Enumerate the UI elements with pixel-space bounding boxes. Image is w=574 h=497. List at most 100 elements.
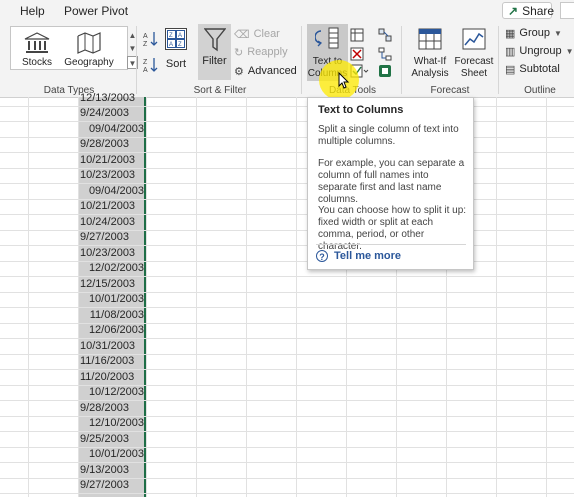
date-cell[interactable]: 10/23/2003 xyxy=(80,168,144,183)
geography-label: Geography xyxy=(64,57,114,68)
stocks-button[interactable]: Stocks xyxy=(16,30,58,68)
date-cell[interactable]: 9/28/2003 xyxy=(80,137,144,152)
clear-label: Clear xyxy=(253,28,280,40)
date-cell[interactable]: 9/28/2003 xyxy=(80,401,144,416)
forecast-sheet-icon xyxy=(462,28,486,50)
date-cell[interactable]: 11/20/2003 xyxy=(80,370,144,385)
group-label: Group xyxy=(519,27,550,39)
sort-button[interactable]: Z A A Z Sort xyxy=(163,26,189,76)
sort-az-icon: A Z xyxy=(143,32,158,48)
group-separator xyxy=(301,26,302,94)
svg-text:A: A xyxy=(178,33,182,39)
filter-label: Filter xyxy=(202,55,227,67)
tell-me-more-label: Tell me more xyxy=(334,250,402,262)
date-cell[interactable]: 10/12/2003 xyxy=(80,385,144,400)
sort-za-icon: Z A xyxy=(143,58,158,74)
mouse-pointer-icon xyxy=(338,72,350,89)
date-cell[interactable]: 10/01/2003 xyxy=(80,447,144,462)
ungroup-button[interactable]: ▥ Ungroup ▼ xyxy=(505,44,574,58)
group-separator xyxy=(401,26,402,94)
svg-text:Z: Z xyxy=(143,59,148,66)
date-cell[interactable]: 12/02/2003 xyxy=(80,261,144,276)
advanced-filter-icon: ⚙ xyxy=(234,65,244,78)
group-button[interactable]: ▦ Group ▼ xyxy=(505,26,562,40)
remove-duplicates-button[interactable] xyxy=(350,47,364,61)
consolidate-button[interactable] xyxy=(378,28,392,42)
reapply-label: Reapply xyxy=(247,46,288,58)
date-cell[interactable]: 11/16/2003 xyxy=(80,354,144,369)
share-button[interactable]: ↗ Share xyxy=(502,2,554,19)
worksheet-grid[interactable]: 12/13/2003 9/24/2003 09/04/2003 9/28/2003 10… xyxy=(0,92,574,497)
chevron-down-icon: ▼ xyxy=(553,28,562,38)
reapply-icon: ↻ xyxy=(234,46,244,59)
menu-power-pivot[interactable]: Power Pivot xyxy=(64,4,128,18)
sort-filter-group-label: Sort & Filter xyxy=(193,85,247,96)
chevron-down-icon: ▼ xyxy=(565,46,574,56)
map-icon xyxy=(77,32,101,54)
date-cell[interactable]: 11/08/2003 xyxy=(80,308,144,323)
what-if-label-1: What-If xyxy=(413,56,447,67)
group-separator xyxy=(136,26,137,94)
clear-filter-icon: ⌫ xyxy=(234,28,250,41)
subtotal-button[interactable]: ▤ Subtotal xyxy=(505,62,560,76)
row-gridline xyxy=(0,493,574,494)
group-separator xyxy=(498,26,499,94)
reapply-button[interactable]: ↻ Reapply xyxy=(234,45,288,59)
date-cell[interactable]: 10/01/2003 xyxy=(80,292,144,307)
rows-container: 12/13/2003 9/24/2003 09/04/2003 9/28/2003 10… xyxy=(0,92,574,497)
date-cell[interactable]: 09/04/2003 xyxy=(80,184,144,199)
svg-text:Z: Z xyxy=(143,41,148,47)
data-model-icon xyxy=(379,65,391,77)
date-cell[interactable]: 10/31/2003 xyxy=(80,339,144,354)
relationships-button[interactable] xyxy=(378,47,392,61)
manage-data-model-button[interactable] xyxy=(378,64,392,78)
date-cell[interactable]: 9/27/2003 xyxy=(80,230,144,245)
text-to-columns-icon xyxy=(315,27,339,49)
date-cell[interactable]: 10/21/2003 xyxy=(80,199,144,214)
group-icon: ▦ xyxy=(505,27,516,40)
sort-az-button[interactable]: A Z xyxy=(143,31,159,48)
sort-dialog-icon: Z A A Z xyxy=(165,28,187,50)
flash-fill-button[interactable] xyxy=(350,28,364,42)
date-cell[interactable]: 10/24/2003 xyxy=(80,215,144,230)
date-cell[interactable]: 9/13/2003 xyxy=(80,463,144,478)
date-cell[interactable]: 9/25/2003 xyxy=(80,432,144,447)
ungroup-icon: ▥ xyxy=(505,45,516,58)
filter-funnel-icon xyxy=(204,28,226,52)
what-if-analysis-button[interactable]: What-If Analysis xyxy=(408,26,452,79)
clear-button[interactable]: ⌫ Clear xyxy=(234,27,280,41)
menu-help[interactable]: Help xyxy=(20,4,45,18)
advanced-button[interactable]: ⚙ Advanced xyxy=(234,64,297,78)
ribbon: Stocks Geography ▲ ▼ ▼ Data Types A Z Z … xyxy=(0,22,574,98)
date-cell[interactable]: 10/21/2003 xyxy=(80,153,144,168)
date-cell[interactable]: 12/15/2003 xyxy=(80,277,144,292)
date-cell[interactable]: 9/27/2003 xyxy=(80,478,144,493)
tell-me-more-link[interactable]: ? Tell me more xyxy=(316,250,401,262)
date-cell[interactable]: 12/10/2003 xyxy=(80,416,144,431)
subtotal-icon: ▤ xyxy=(505,63,516,76)
remove-duplicates-icon xyxy=(350,47,364,61)
svg-text:Z: Z xyxy=(178,42,182,48)
date-cell[interactable]: 12/06/2003 xyxy=(80,323,144,338)
forecast-group-label: Forecast xyxy=(430,85,470,96)
comments-button[interactable] xyxy=(560,2,574,19)
sort-za-button[interactable]: Z A xyxy=(143,57,159,74)
filter-button[interactable]: Filter xyxy=(198,24,231,80)
forecast-sheet-label-1: Forecast xyxy=(454,56,494,67)
date-cell[interactable]: 10/23/2003 xyxy=(80,246,144,261)
subtotal-label: Subtotal xyxy=(519,63,560,75)
consolidate-icon xyxy=(378,28,392,42)
menu-bar: Help Power Pivot ↗ Share xyxy=(0,0,574,22)
date-cell[interactable]: 09/04/2003 xyxy=(80,122,144,137)
relationships-icon xyxy=(378,47,392,61)
bank-icon xyxy=(24,32,50,53)
share-icon: ↗ xyxy=(508,3,519,18)
svg-text:Z: Z xyxy=(169,33,173,39)
what-if-analysis-icon xyxy=(418,28,442,50)
date-cell[interactable]: 12/13/2003 xyxy=(80,91,144,106)
date-cell[interactable]: 9/24/2003 xyxy=(80,106,144,121)
geography-button[interactable]: Geography xyxy=(63,30,115,68)
flash-fill-icon xyxy=(350,28,364,42)
tooltip-divider xyxy=(316,244,466,245)
forecast-sheet-button[interactable]: Forecast Sheet xyxy=(453,26,495,79)
